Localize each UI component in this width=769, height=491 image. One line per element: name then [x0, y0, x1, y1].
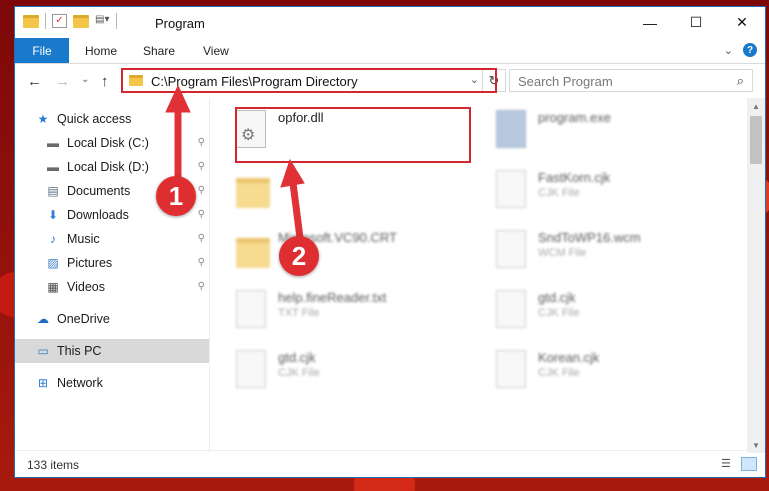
- annotation-arrows: [165, 84, 305, 239]
- step-badge-2: 2: [279, 236, 319, 276]
- step-badge-1: 1: [156, 176, 196, 216]
